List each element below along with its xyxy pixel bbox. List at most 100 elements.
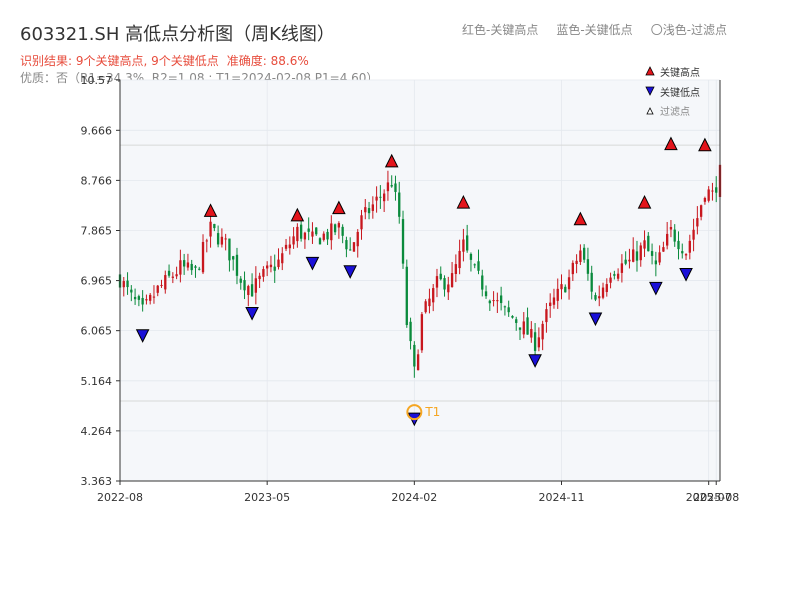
candle-body (247, 286, 250, 295)
candle-body (586, 259, 590, 274)
candle-body (469, 253, 473, 260)
candle-body (250, 284, 254, 297)
legend-filtered-label: 过滤点 (660, 105, 690, 118)
candle-body (575, 260, 578, 264)
candle-body (292, 236, 295, 245)
candle-body (269, 264, 273, 268)
candle-body (167, 270, 171, 276)
y-tick-label: 8.766 (81, 174, 113, 187)
candle-body (477, 261, 480, 271)
candle-body (579, 250, 582, 262)
candle-body (507, 307, 510, 313)
candlestick-chart: T1 3.363 4.264 5.164 6.065 6.965 7.865 8.766 9.6… (81, 66, 740, 504)
candle-body (605, 284, 608, 293)
candle-body (141, 297, 144, 305)
candle-body (450, 273, 454, 288)
candle-body (567, 277, 571, 290)
candle-body (164, 275, 167, 290)
candle-body (711, 190, 714, 192)
candle-body (692, 229, 695, 240)
candle-body (643, 240, 646, 249)
candle-body (613, 274, 616, 276)
candle-body (122, 281, 125, 288)
candle-body (454, 264, 458, 275)
candle-body (650, 251, 654, 256)
t1-annotation-label: T1 (424, 405, 440, 419)
candle-body (499, 295, 503, 304)
candle-body (209, 221, 212, 237)
candle-body (552, 297, 556, 305)
x-tick-label: 2022-08 (97, 491, 143, 504)
candle-body (356, 231, 359, 247)
x-tick-label: 2024-02 (391, 491, 437, 504)
legend-high-marker (645, 66, 655, 76)
candle-body (288, 244, 291, 249)
x-tick-label: 2025-08 (693, 491, 739, 504)
candle-body (609, 277, 612, 283)
candle-body (715, 187, 718, 193)
candle-body (375, 196, 378, 201)
candle-body (126, 280, 129, 288)
candle-body (243, 280, 246, 291)
candle-body (239, 278, 242, 283)
candle-body (564, 286, 567, 293)
candle-body (537, 337, 541, 348)
candle-body (658, 252, 661, 263)
y-tick-label: 9.666 (81, 124, 113, 137)
candle-body (435, 276, 439, 288)
candle-body (360, 215, 363, 230)
candle-body (635, 251, 639, 261)
candle-body (315, 227, 318, 235)
candle-body (545, 309, 548, 323)
candle-body (386, 182, 390, 192)
candle-body (420, 314, 424, 351)
candle-body (190, 263, 193, 271)
candle-body (666, 233, 669, 246)
candle-body (439, 273, 442, 280)
candle-body (401, 219, 405, 264)
candle-body (333, 224, 337, 233)
candle-body (182, 260, 186, 267)
candle-body (220, 236, 224, 245)
candle-body (398, 192, 401, 217)
candle-body (481, 275, 484, 290)
candle-body (654, 260, 658, 265)
candle-body (341, 226, 344, 236)
candle-body (266, 265, 269, 269)
candle-body (382, 193, 386, 202)
candle-body (216, 233, 220, 245)
candle-body (156, 285, 159, 293)
candle-body (349, 249, 352, 251)
candle-body (696, 218, 699, 227)
candle-body (258, 275, 261, 280)
candle-body (590, 272, 593, 292)
candle-body (530, 328, 533, 338)
x-tick-label: 2023-05 (244, 491, 290, 504)
candle-body (133, 296, 137, 300)
candle-body (303, 232, 307, 240)
candle-body (571, 262, 574, 275)
x-tick-label: 2024-11 (539, 491, 585, 504)
candle-body (669, 226, 673, 230)
candle-body (367, 208, 371, 214)
candle-body (466, 235, 469, 251)
y-tick-label: 10.57 (81, 74, 113, 87)
candle-body (352, 242, 356, 252)
candle-body (145, 299, 148, 301)
y-tick-label: 5.164 (81, 375, 113, 388)
candle-body (503, 306, 507, 308)
candle-body (205, 240, 208, 242)
candle-body (594, 295, 597, 300)
candle-body (662, 247, 665, 252)
candle-body (582, 247, 586, 260)
candle-body (326, 231, 329, 240)
candle-body (677, 240, 680, 250)
candle-body (616, 273, 620, 279)
candle-body (281, 253, 284, 264)
candle-body (390, 185, 393, 187)
candle-body (277, 259, 280, 268)
candle-body (137, 296, 141, 300)
candle-body (364, 207, 367, 213)
candle-body (232, 256, 235, 260)
candle-body (684, 254, 688, 256)
